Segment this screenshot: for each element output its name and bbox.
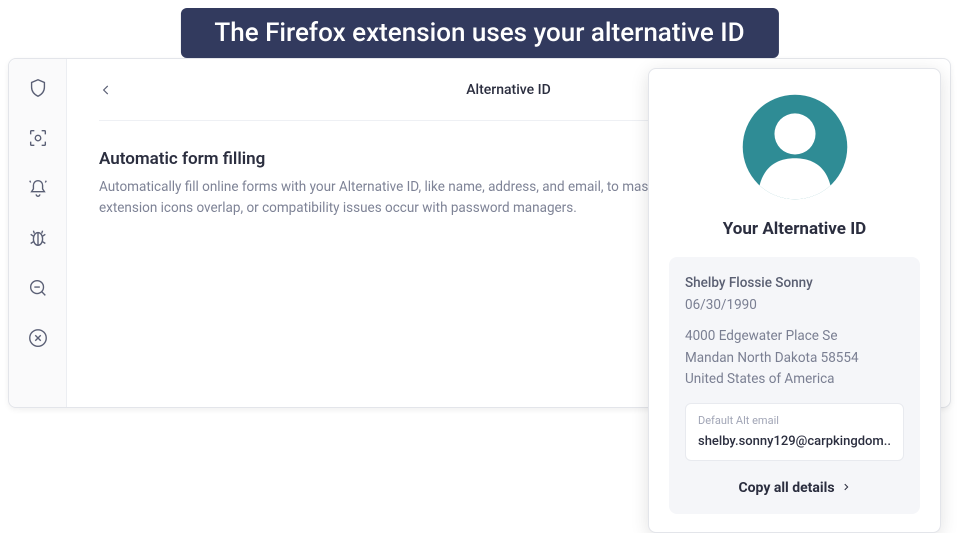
avatar-icon bbox=[739, 91, 851, 203]
card-title: Your Alternative ID bbox=[669, 219, 920, 239]
bug-icon[interactable] bbox=[27, 227, 49, 249]
shield-icon[interactable] bbox=[27, 77, 49, 99]
email-label: Default Alt email bbox=[698, 412, 891, 430]
alt-id-card: Your Alternative ID Shelby Flossie Sonny… bbox=[648, 68, 941, 533]
email-box[interactable]: Default Alt email shelby.sonny129@carpki… bbox=[685, 403, 904, 461]
alert-icon[interactable] bbox=[27, 177, 49, 199]
close-circle-icon[interactable] bbox=[27, 327, 49, 349]
avatar-wrap bbox=[669, 91, 920, 203]
back-button[interactable] bbox=[99, 83, 113, 97]
copy-all-button[interactable]: Copy all details bbox=[685, 477, 904, 499]
page-title: Alternative ID bbox=[466, 82, 550, 98]
alt-dob: 06/30/1990 bbox=[685, 295, 904, 317]
copy-label: Copy all details bbox=[738, 477, 834, 499]
alt-country: United States of America bbox=[685, 369, 904, 391]
email-value: shelby.sonny129@carpkingdom.... bbox=[698, 432, 891, 453]
alt-address-1: 4000 Edgewater Place Se bbox=[685, 326, 904, 348]
banner: The Firefox extension uses your alternat… bbox=[180, 8, 778, 58]
sidebar bbox=[9, 59, 67, 407]
scan-icon[interactable] bbox=[27, 127, 49, 149]
details-box: Shelby Flossie Sonny 06/30/1990 4000 Edg… bbox=[669, 257, 920, 514]
alt-address-2: Mandan North Dakota 58554 bbox=[685, 348, 904, 370]
alt-name: Shelby Flossie Sonny bbox=[685, 273, 904, 295]
search-icon[interactable] bbox=[27, 277, 49, 299]
chevron-right-icon bbox=[841, 477, 851, 499]
